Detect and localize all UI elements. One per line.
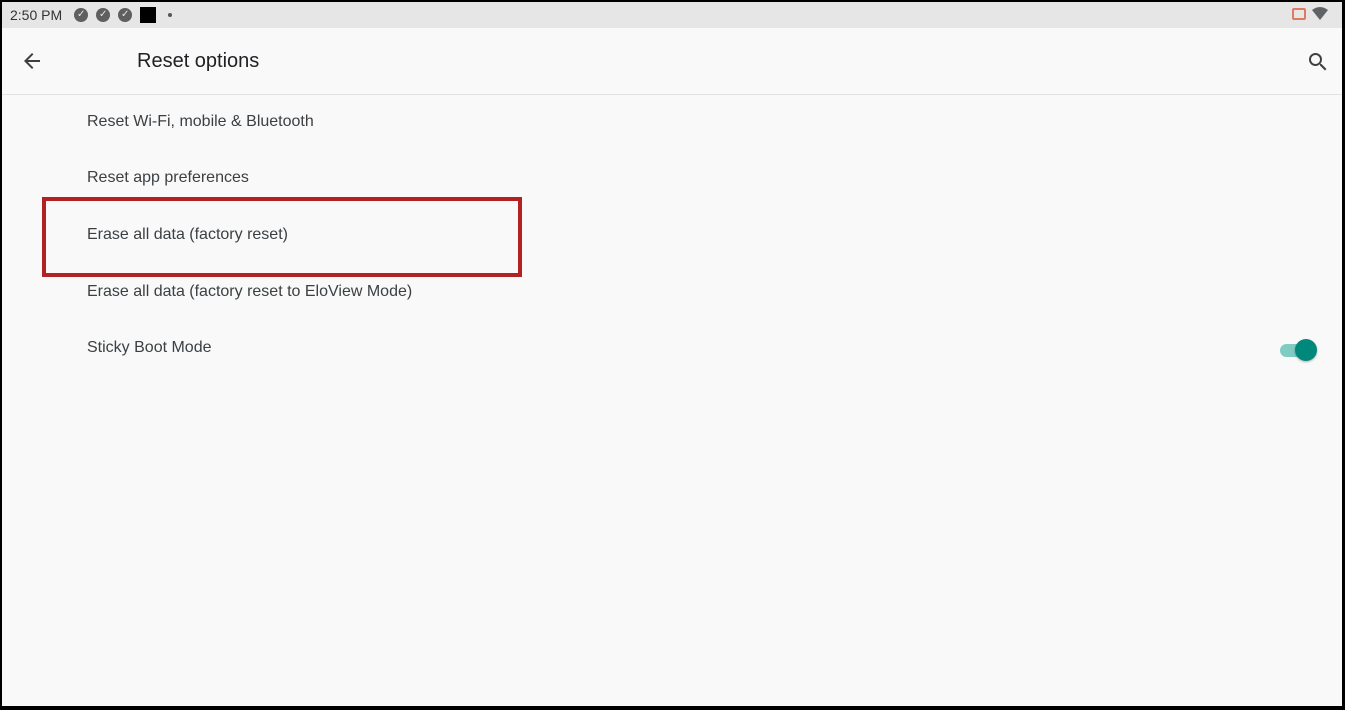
search-button[interactable]: [1306, 50, 1330, 74]
dot-icon: [168, 13, 173, 17]
status-right-icons: [1292, 7, 1328, 21]
status-notification-icons: ✓ ✓ ✓: [74, 7, 173, 23]
check-circle-icon: ✓: [96, 8, 111, 22]
toggle-thumb: [1295, 339, 1317, 361]
back-button[interactable]: [20, 49, 44, 73]
page-title: Reset options: [137, 50, 260, 72]
status-bar: 2:50 PM ✓ ✓ ✓: [2, 2, 1342, 28]
factory-reset-eloview-label: Erase all data (factory reset to EloView…: [87, 283, 413, 300]
app-bar: Reset options: [2, 28, 1342, 95]
reset-network-label: Reset Wi-Fi, mobile & Bluetooth: [87, 113, 314, 130]
device-screen: 2:50 PM ✓ ✓ ✓ Reset options Reset Wi-Fi,…: [2, 2, 1342, 706]
sticky-boot-mode-label: Sticky Boot Mode: [87, 339, 212, 356]
cast-icon: [1292, 8, 1306, 20]
sticky-boot-mode-toggle[interactable]: [1280, 339, 1317, 361]
check-circle-icon: ✓: [74, 8, 89, 22]
square-notification-icon: [140, 7, 157, 23]
status-time: 2:50 PM: [10, 7, 63, 23]
highlight-annotation-box: [42, 197, 522, 277]
arrow-back-icon: [24, 53, 40, 69]
reset-app-preferences-label: Reset app preferences: [87, 169, 249, 186]
sticky-boot-mode-item[interactable]: Sticky Boot Mode: [2, 321, 1342, 377]
search-icon: [1309, 53, 1327, 71]
reset-network-item[interactable]: Reset Wi-Fi, mobile & Bluetooth: [2, 95, 1342, 151]
check-circle-icon: ✓: [118, 8, 133, 22]
wifi-icon: [1312, 7, 1328, 20]
